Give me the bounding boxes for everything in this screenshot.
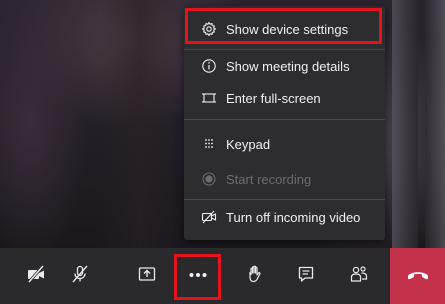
participants-button[interactable]: [337, 248, 381, 304]
video-blur-region: [425, 0, 445, 248]
camera-toggle-button[interactable]: [14, 248, 58, 304]
menu-item-label: Start recording: [226, 171, 312, 187]
mic-off-icon: [70, 264, 90, 289]
mute-toggle-button[interactable]: [58, 248, 102, 304]
menu-separator: [184, 49, 385, 50]
menu-item-turn-off-incoming-video[interactable]: Turn off incoming video: [184, 202, 385, 232]
video-blur-region: [100, 0, 180, 248]
menu-separator: [184, 199, 385, 200]
menu-item-keypad[interactable]: Keypad: [184, 129, 385, 159]
phone-hangup-icon: [406, 267, 430, 286]
highlight-box: [185, 8, 382, 44]
menu-item-label: Keypad: [226, 136, 271, 152]
record-icon: [201, 171, 217, 187]
raise-hand-button[interactable]: [233, 248, 277, 304]
menu-item-start-recording: Start recording: [184, 164, 385, 194]
people-icon: [349, 264, 369, 289]
menu-item-label: Turn off incoming video: [226, 209, 361, 225]
menu-separator: [184, 119, 385, 120]
menu-item-enter-full-screen[interactable]: Enter full-screen: [184, 83, 385, 113]
share-screen-icon: [137, 264, 157, 289]
video-blur-region: [392, 0, 418, 248]
share-screen-button[interactable]: [125, 248, 169, 304]
chat-button[interactable]: [284, 248, 328, 304]
keypad-icon: [201, 136, 217, 152]
fullscreen-icon: [201, 90, 217, 106]
hand-icon: [245, 264, 265, 289]
menu-item-label: Show meeting details: [226, 58, 350, 74]
highlight-box: [174, 254, 221, 300]
hang-up-button[interactable]: [390, 248, 445, 304]
menu-item-show-meeting-details[interactable]: Show meeting details: [184, 51, 385, 81]
info-icon: [201, 58, 217, 74]
chat-icon: [296, 264, 316, 289]
call-controls-bar: [0, 248, 445, 304]
video-off-icon: [201, 209, 217, 225]
camera-off-icon: [26, 264, 46, 289]
menu-item-label: Enter full-screen: [226, 90, 321, 106]
